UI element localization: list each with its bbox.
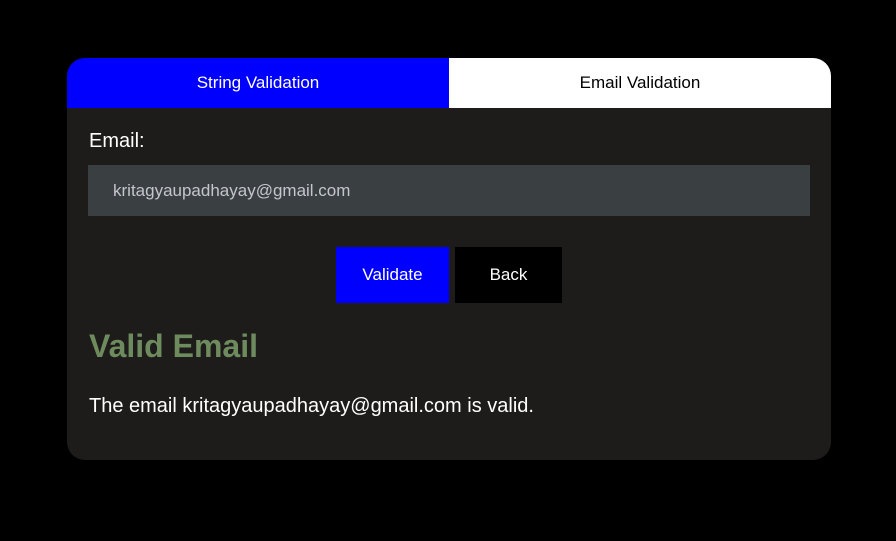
email-label: Email:: [89, 130, 145, 152]
result-message: The email kritagyaupadhayay@gmail.com is…: [89, 395, 534, 417]
tab-email-validation[interactable]: Email Validation: [449, 58, 831, 108]
tab-string-validation[interactable]: String Validation: [67, 58, 449, 108]
validate-button[interactable]: Validate: [336, 247, 449, 303]
button-group: Validate Back: [336, 247, 562, 303]
validation-card: String Validation Email Validation Email…: [67, 58, 831, 460]
tab-bar: String Validation Email Validation: [67, 58, 831, 108]
back-button[interactable]: Back: [455, 247, 562, 303]
result-title: Valid Email: [89, 328, 258, 364]
email-input[interactable]: [88, 165, 810, 216]
